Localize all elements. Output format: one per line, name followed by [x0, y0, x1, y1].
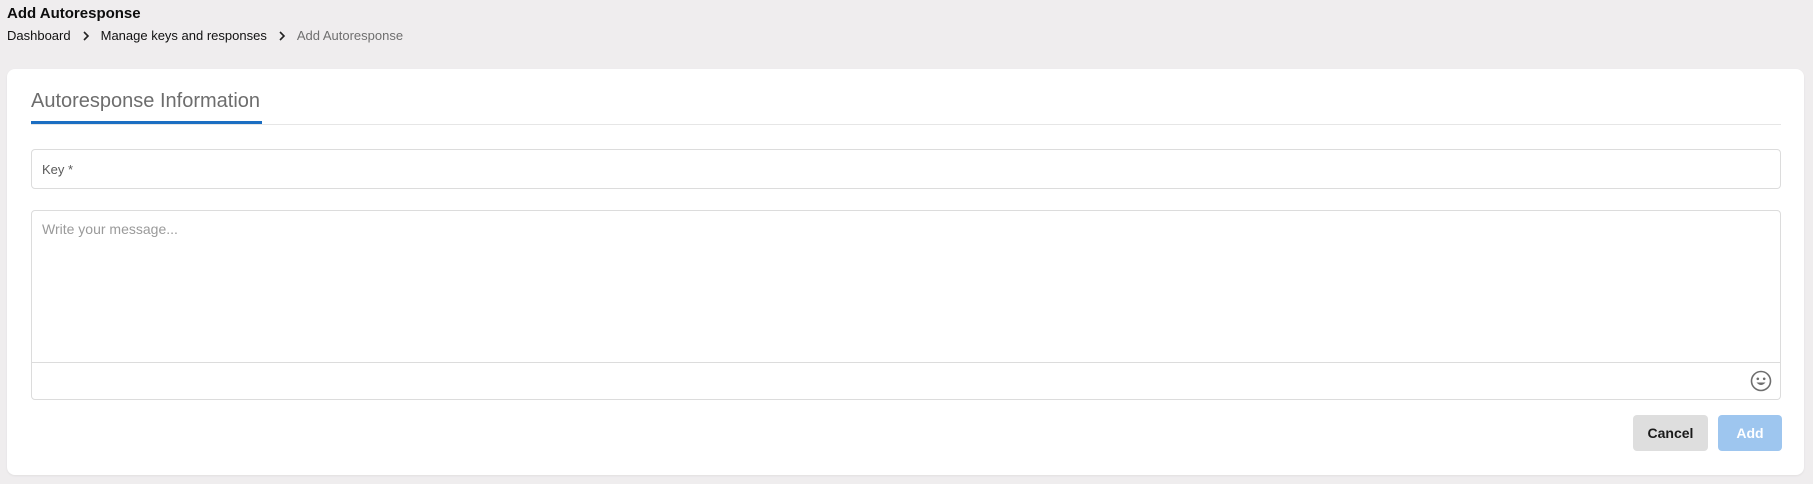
message-editor: [31, 210, 1781, 400]
key-field: [31, 149, 1781, 189]
message-input[interactable]: [32, 211, 1780, 362]
page-header: Add Autoresponse Dashboard Manage keys a…: [7, 5, 403, 44]
tab-autoresponse-information[interactable]: Autoresponse Information: [31, 90, 263, 124]
tab-bar: Autoresponse Information: [31, 69, 1781, 125]
breadcrumb-current: Add Autoresponse: [296, 28, 404, 43]
page-title: Add Autoresponse: [7, 5, 141, 22]
breadcrumb-manage-keys[interactable]: Manage keys and responses: [101, 28, 267, 44]
autoresponse-form-card: Autoresponse Information Cancel Add: [7, 69, 1804, 475]
chevron-right-icon: [267, 28, 297, 44]
message-toolbar: [32, 362, 1780, 399]
breadcrumb: Dashboard Manage keys and responses Add …: [7, 28, 403, 44]
key-input[interactable]: [32, 150, 1780, 188]
add-button[interactable]: Add: [1718, 415, 1782, 451]
breadcrumb-dashboard[interactable]: Dashboard: [7, 28, 71, 44]
smiley-face-icon[interactable]: [1750, 370, 1772, 392]
chevron-right-icon: [71, 28, 101, 44]
cancel-button[interactable]: Cancel: [1633, 415, 1708, 451]
